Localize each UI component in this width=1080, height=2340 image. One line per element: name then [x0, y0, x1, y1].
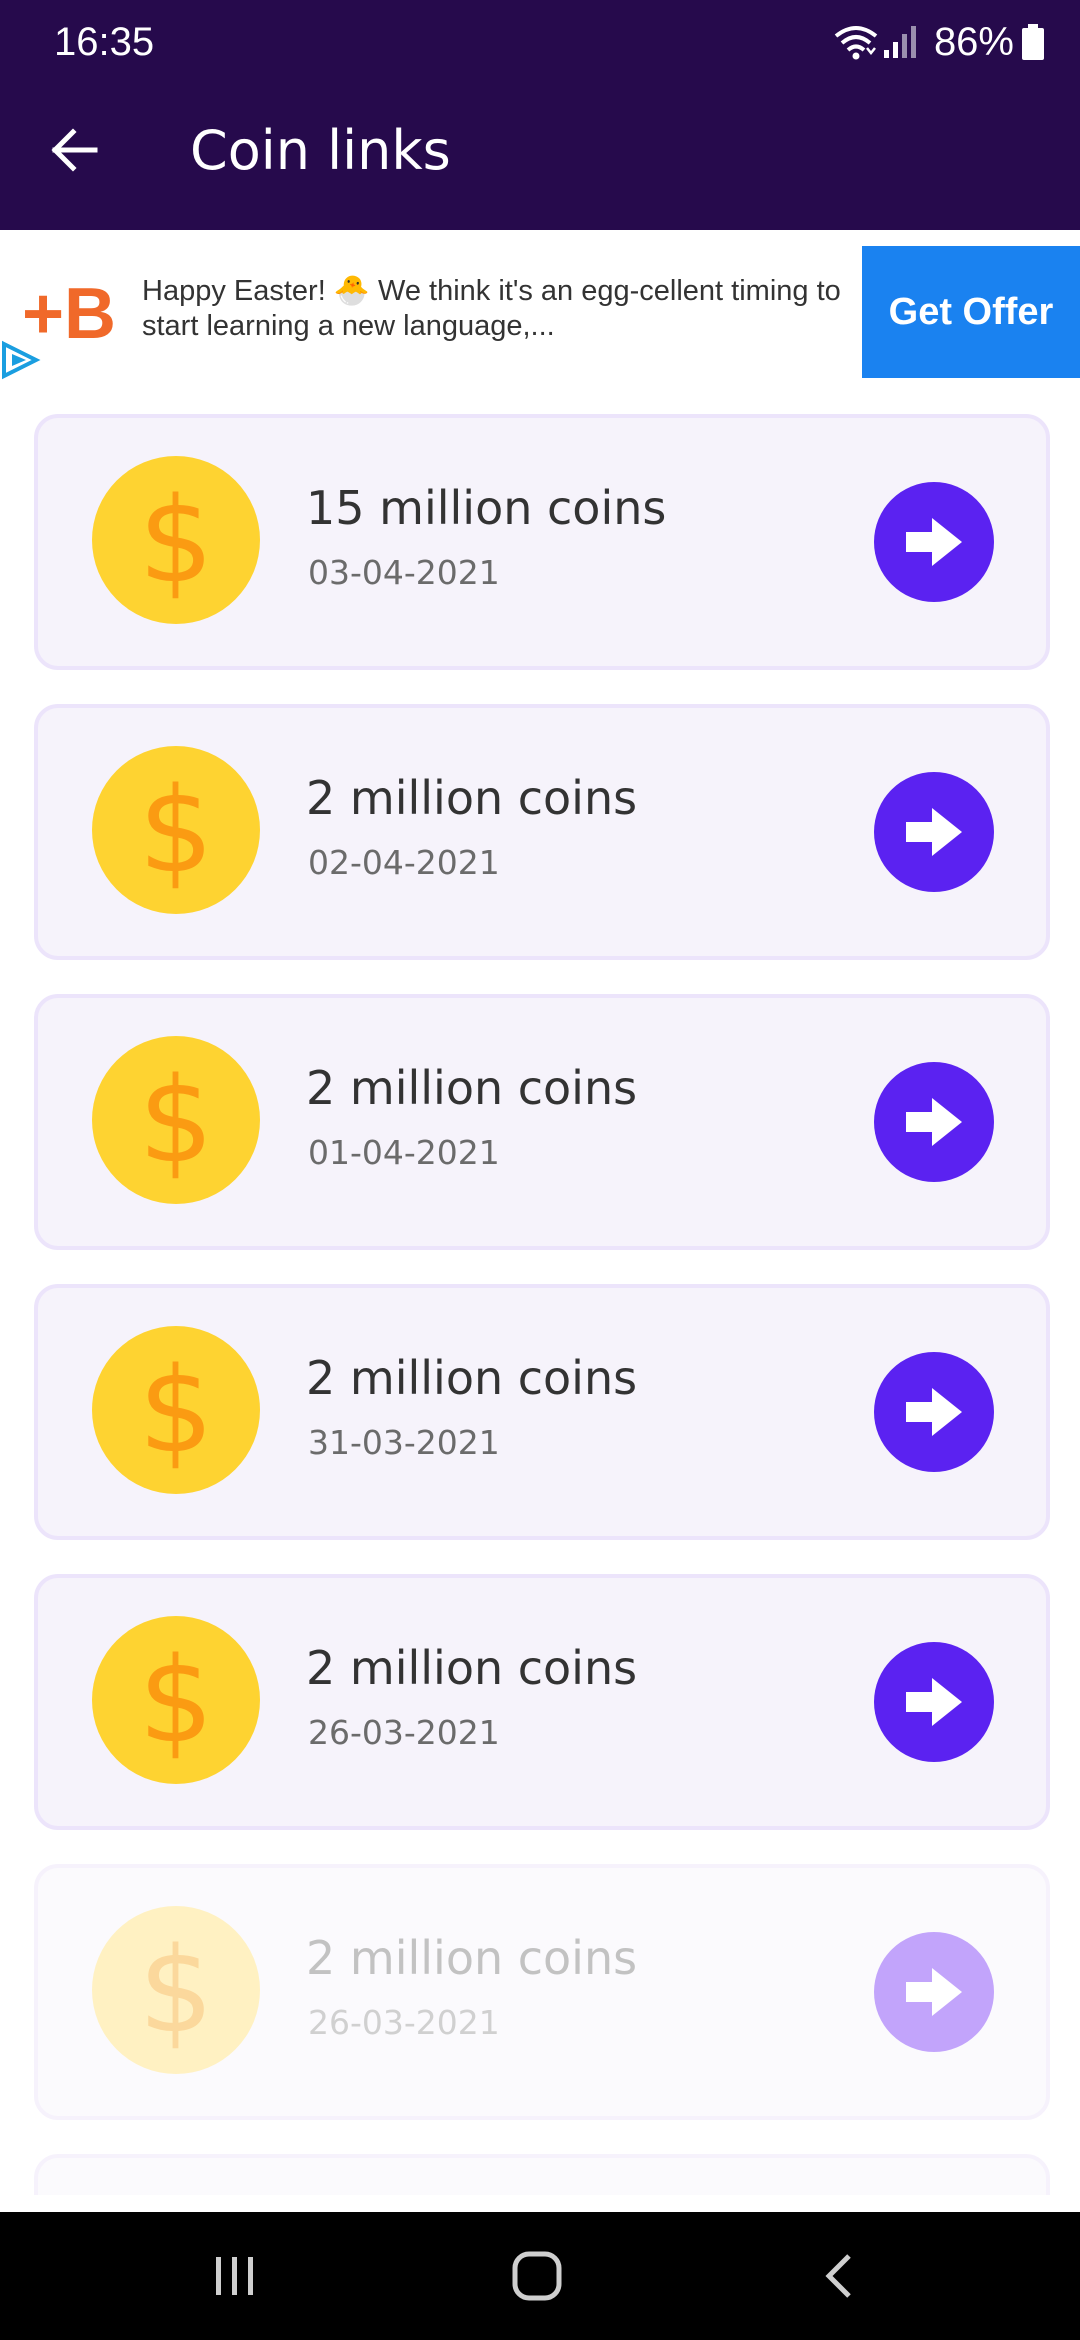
coin-icon: $ — [92, 1326, 260, 1494]
page-title: Coin links — [190, 119, 451, 182]
open-link-button[interactable] — [874, 1062, 994, 1182]
open-link-button[interactable] — [874, 482, 994, 602]
battery-icon — [1022, 24, 1044, 60]
back-button[interactable] — [36, 112, 112, 188]
recent-apps-button[interactable] — [190, 2236, 280, 2316]
ad-text: Happy Easter! 🐣 We think it's an egg-cel… — [142, 275, 841, 342]
item-title: 2 million coins — [306, 1641, 638, 1695]
dollar-icon: $ — [138, 1051, 214, 1189]
wifi-icon — [834, 26, 878, 60]
recent-apps-icon — [216, 2257, 253, 2295]
item-date: 26-03-2021 — [308, 2003, 500, 2042]
open-link-button[interactable] — [874, 1642, 994, 1762]
signal-icon — [883, 26, 916, 58]
home-button[interactable] — [492, 2236, 582, 2316]
status-icons: 86% — [834, 16, 1044, 68]
arrow-right-icon — [906, 1968, 962, 2016]
open-link-button[interactable] — [874, 772, 994, 892]
back-arrow-icon — [51, 128, 98, 172]
system-back-button[interactable] — [794, 2236, 884, 2316]
home-icon — [512, 2251, 562, 2301]
coin-icon: $ — [92, 1906, 260, 2074]
get-offer-button[interactable]: Get Offer — [862, 246, 1080, 378]
item-title: 2 million coins — [306, 1061, 638, 1115]
app-header: 16:35 86% Coin links — [0, 0, 1080, 230]
ad-choices-icon[interactable] — [0, 340, 42, 380]
item-title: 2 million coins — [306, 771, 638, 825]
arrow-right-icon — [906, 1388, 962, 1436]
arrow-right-icon — [906, 1098, 962, 1146]
item-title: 2 million coins — [306, 1931, 638, 1985]
back-icon — [825, 2254, 851, 2298]
list-item[interactable]: $ 15 million coins 03-04-2021 — [34, 414, 1050, 670]
list-item[interactable]: $ 2 million coins 01-04-2021 — [34, 994, 1050, 1250]
coin-icon: $ — [92, 1036, 260, 1204]
dollar-icon: $ — [138, 1921, 214, 2059]
battery-percent: 86% — [933, 20, 1014, 64]
list-item[interactable]: $ 2 million coins 02-04-2021 — [34, 704, 1050, 960]
dollar-icon: $ — [138, 1631, 214, 1769]
list-item-partial[interactable] — [34, 2154, 1050, 2195]
arrow-right-icon — [906, 1678, 962, 1726]
arrow-right-icon — [906, 518, 962, 566]
open-link-button[interactable] — [874, 1932, 994, 2052]
list-item[interactable]: $ 2 million coins 26-03-2021 — [34, 1574, 1050, 1830]
item-title: 2 million coins — [306, 1351, 638, 1405]
system-nav-bar — [0, 2212, 1080, 2340]
open-link-button[interactable] — [874, 1352, 994, 1472]
coin-icon: $ — [92, 456, 260, 624]
item-date: 03-04-2021 — [308, 553, 500, 592]
list-item[interactable]: $ 2 million coins 31-03-2021 — [34, 1284, 1050, 1540]
item-date: 31-03-2021 — [308, 1423, 500, 1462]
dollar-icon: $ — [138, 761, 214, 899]
item-title: 15 million coins — [306, 481, 667, 535]
coin-links-list[interactable]: $ 15 million coins 03-04-2021 $ 2 millio… — [0, 380, 1080, 2195]
coin-icon: $ — [92, 746, 260, 914]
list-item[interactable]: $ 2 million coins 26-03-2021 — [34, 1864, 1050, 2120]
item-date: 01-04-2021 — [308, 1133, 500, 1172]
item-date: 26-03-2021 — [308, 1713, 500, 1752]
dollar-icon: $ — [138, 1341, 214, 1479]
item-date: 02-04-2021 — [308, 843, 500, 882]
coin-icon: $ — [92, 1616, 260, 1784]
status-time: 16:35 — [54, 20, 155, 64]
dollar-icon: $ — [138, 471, 214, 609]
arrow-right-icon — [906, 808, 962, 856]
ad-banner[interactable]: +B Happy Easter! 🐣 We think it's an egg-… — [0, 230, 1080, 380]
